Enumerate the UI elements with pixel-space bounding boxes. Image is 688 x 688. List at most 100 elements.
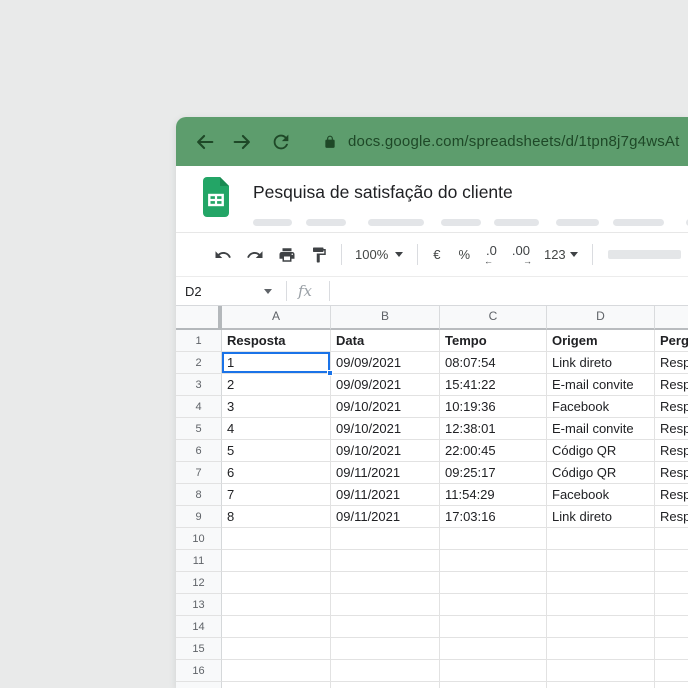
cell-filler[interactable]: [655, 682, 688, 688]
column-header-B[interactable]: B: [331, 306, 440, 330]
cell-C14[interactable]: [440, 616, 547, 638]
cell-D13[interactable]: [547, 594, 655, 616]
paint-format-icon[interactable]: [310, 246, 328, 264]
cell-A6[interactable]: 5: [222, 440, 331, 462]
cell-E11[interactable]: [655, 550, 688, 572]
cell-D16[interactable]: [547, 660, 655, 682]
cell-C4[interactable]: 10:19:36: [440, 396, 547, 418]
cell-A11[interactable]: [222, 550, 331, 572]
row-header[interactable]: 1: [176, 330, 222, 352]
cell-A5[interactable]: 4: [222, 418, 331, 440]
cell-E7[interactable]: Resp: [655, 462, 688, 484]
cell-E9[interactable]: Resp: [655, 506, 688, 528]
cell-C8[interactable]: 11:54:29: [440, 484, 547, 506]
cell-A13[interactable]: [222, 594, 331, 616]
cell-B13[interactable]: [331, 594, 440, 616]
fill-handle[interactable]: [327, 370, 333, 376]
cell-D2[interactable]: Link direto: [547, 352, 655, 374]
row-header[interactable]: 4: [176, 396, 222, 418]
name-box[interactable]: D2: [176, 277, 286, 305]
row-header[interactable]: 16: [176, 660, 222, 682]
cell-C3[interactable]: 15:41:22: [440, 374, 547, 396]
cell-E3[interactable]: Resp: [655, 374, 688, 396]
zoom-select[interactable]: 100%: [355, 247, 388, 262]
cell-C7[interactable]: 09:25:17: [440, 462, 547, 484]
cell-C5[interactable]: 12:38:01: [440, 418, 547, 440]
cell-D10[interactable]: [547, 528, 655, 550]
cell-E14[interactable]: [655, 616, 688, 638]
column-header-C[interactable]: C: [440, 306, 547, 330]
cell-A2[interactable]: 1: [222, 352, 333, 376]
row-header[interactable]: 8: [176, 484, 222, 506]
row-header[interactable]: 9: [176, 506, 222, 528]
row-header[interactable]: 14: [176, 616, 222, 638]
cell-filler[interactable]: [222, 682, 331, 688]
chevron-down-icon[interactable]: [395, 252, 404, 257]
decrease-decimal-button[interactable]: .0 ←: [484, 244, 497, 266]
cell-D4[interactable]: Facebook: [547, 396, 655, 418]
select-all-corner[interactable]: [176, 306, 222, 330]
cell-D12[interactable]: [547, 572, 655, 594]
increase-decimal-button[interactable]: .00 →: [512, 244, 532, 266]
cell-E1[interactable]: Perg: [655, 330, 688, 352]
cell-E5[interactable]: Resp: [655, 418, 688, 440]
cell-B8[interactable]: 09/11/2021: [331, 484, 440, 506]
column-header-A[interactable]: A: [222, 306, 331, 330]
cell-B11[interactable]: [331, 550, 440, 572]
cell-C13[interactable]: [440, 594, 547, 616]
chevron-down-icon[interactable]: [569, 252, 578, 257]
print-icon[interactable]: [278, 246, 296, 264]
cell-B9[interactable]: 09/11/2021: [331, 506, 440, 528]
cell-C1[interactable]: Tempo: [440, 330, 547, 352]
cell-E12[interactable]: [655, 572, 688, 594]
cell-B4[interactable]: 09/10/2021: [331, 396, 440, 418]
cell-C9[interactable]: 17:03:16: [440, 506, 547, 528]
cell-A10[interactable]: [222, 528, 331, 550]
cell-A15[interactable]: [222, 638, 331, 660]
cell-B15[interactable]: [331, 638, 440, 660]
cell-C12[interactable]: [440, 572, 547, 594]
menu-item-placeholder[interactable]: [306, 219, 346, 226]
cell-A8[interactable]: 7: [222, 484, 331, 506]
cell-D3[interactable]: E-mail convite: [547, 374, 655, 396]
cell-B7[interactable]: 09/11/2021: [331, 462, 440, 484]
row-header[interactable]: 11: [176, 550, 222, 572]
cell-B16[interactable]: [331, 660, 440, 682]
chevron-down-icon[interactable]: [264, 289, 272, 294]
cell-filler[interactable]: [547, 682, 655, 688]
cell-B10[interactable]: [331, 528, 440, 550]
cell-C16[interactable]: [440, 660, 547, 682]
cell-A1[interactable]: Resposta: [222, 330, 331, 352]
cell-A4[interactable]: 3: [222, 396, 331, 418]
cell-D8[interactable]: Facebook: [547, 484, 655, 506]
row-header[interactable]: 10: [176, 528, 222, 550]
menu-item-placeholder[interactable]: [613, 219, 664, 226]
cell-D1[interactable]: Origem: [547, 330, 655, 352]
cell-A3[interactable]: 2: [222, 374, 331, 396]
cell-B6[interactable]: 09/10/2021: [331, 440, 440, 462]
cell-B12[interactable]: [331, 572, 440, 594]
row-header[interactable]: 12: [176, 572, 222, 594]
column-header-E[interactable]: E: [655, 306, 688, 330]
menu-item-placeholder[interactable]: [368, 219, 424, 226]
cell-E10[interactable]: [655, 528, 688, 550]
cell-D9[interactable]: Link direto: [547, 506, 655, 528]
row-header[interactable]: 13: [176, 594, 222, 616]
cell-E4[interactable]: Resp: [655, 396, 688, 418]
cell-D7[interactable]: Código QR: [547, 462, 655, 484]
refresh-icon[interactable]: [270, 131, 292, 153]
cell-B5[interactable]: 09/10/2021: [331, 418, 440, 440]
cell-filler[interactable]: [440, 682, 547, 688]
cell-C15[interactable]: [440, 638, 547, 660]
formula-input[interactable]: [330, 277, 688, 305]
menu-item-placeholder[interactable]: [441, 219, 481, 226]
cell-A7[interactable]: 6: [222, 462, 331, 484]
cell-D15[interactable]: [547, 638, 655, 660]
row-header[interactable]: 3: [176, 374, 222, 396]
doc-title[interactable]: Pesquisa de satisfação do cliente: [253, 182, 513, 203]
cell-E15[interactable]: [655, 638, 688, 660]
more-formats-button[interactable]: 123: [544, 247, 566, 262]
row-header[interactable]: 15: [176, 638, 222, 660]
percent-format-button[interactable]: %: [458, 247, 470, 262]
undo-icon[interactable]: [214, 246, 232, 264]
